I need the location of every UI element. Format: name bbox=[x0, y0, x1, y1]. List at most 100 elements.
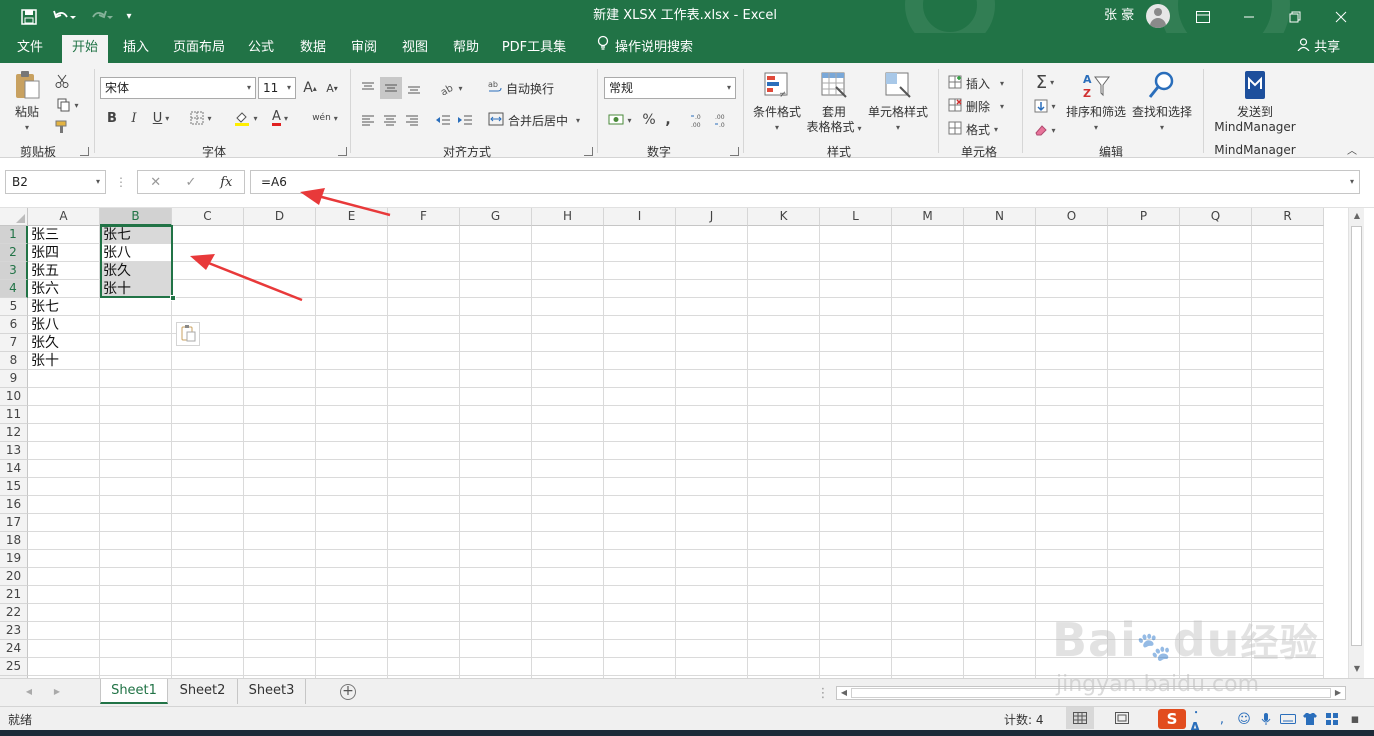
format-painter-icon[interactable] bbox=[52, 117, 72, 137]
insert-function-button[interactable]: fx bbox=[209, 175, 244, 190]
tab-review[interactable]: 审阅 bbox=[343, 35, 385, 63]
prev-sheet-icon[interactable]: ◀ bbox=[24, 687, 34, 696]
row-header-1[interactable]: 1 bbox=[0, 226, 28, 244]
column-header-c[interactable]: C bbox=[172, 208, 244, 226]
row-header-17[interactable]: 17 bbox=[0, 514, 28, 532]
tab-insert[interactable]: 插入 bbox=[115, 35, 157, 63]
borders-icon[interactable]: ▾ bbox=[186, 107, 216, 129]
cell-a7[interactable]: 张久 bbox=[28, 334, 100, 352]
column-header-f[interactable]: F bbox=[388, 208, 460, 226]
undo-icon[interactable] bbox=[48, 0, 80, 33]
percent-style-button[interactable]: % bbox=[640, 109, 658, 131]
cell-styles-button[interactable]: 单元格样式 ▾ bbox=[866, 69, 930, 135]
scroll-right-icon[interactable]: ▶ bbox=[1333, 688, 1343, 697]
decrease-decimal-icon[interactable]: .00.0 bbox=[712, 109, 734, 131]
bold-button[interactable]: B bbox=[102, 107, 122, 129]
cell-a5[interactable]: 张七 bbox=[28, 298, 100, 316]
number-dialog-launcher-icon[interactable] bbox=[730, 147, 739, 156]
row-header-23[interactable]: 23 bbox=[0, 622, 28, 640]
status-more-icon[interactable]: ▪ bbox=[1344, 709, 1366, 729]
italic-button[interactable]: I bbox=[124, 107, 144, 129]
decrease-font-size-button[interactable]: A ▾ bbox=[322, 77, 342, 99]
clear-icon[interactable]: ▾ bbox=[1028, 119, 1062, 141]
fill-icon[interactable]: ▾ bbox=[1028, 95, 1062, 117]
column-header-g[interactable]: G bbox=[460, 208, 532, 226]
increase-font-size-button[interactable]: A ▴ bbox=[300, 77, 320, 99]
new-sheet-button[interactable]: + bbox=[340, 684, 356, 700]
select-all-button[interactable] bbox=[0, 208, 28, 226]
user-avatar-icon[interactable] bbox=[1146, 4, 1170, 28]
toolbox-icon[interactable] bbox=[1322, 709, 1342, 729]
row-header-5[interactable]: 5 bbox=[0, 298, 28, 316]
restore-icon[interactable] bbox=[1272, 0, 1318, 33]
format-cells-button[interactable]: 格式 ▾ bbox=[948, 119, 998, 139]
row-header-10[interactable]: 10 bbox=[0, 388, 28, 406]
ribbon-display-options-icon[interactable] bbox=[1180, 0, 1226, 33]
align-center-icon[interactable] bbox=[380, 109, 400, 131]
cell-a1[interactable]: 张三 bbox=[28, 226, 100, 244]
fill-color-icon[interactable]: ▾ bbox=[230, 107, 262, 129]
row-header-18[interactable]: 18 bbox=[0, 532, 28, 550]
row-header-19[interactable]: 19 bbox=[0, 550, 28, 568]
sheet-tab-sheet2[interactable]: Sheet2 bbox=[168, 679, 238, 704]
row-header-12[interactable]: 12 bbox=[0, 424, 28, 442]
keyboard-icon[interactable] bbox=[1278, 709, 1298, 729]
cell-a6[interactable]: 张八 bbox=[28, 316, 100, 334]
row-header-16[interactable]: 16 bbox=[0, 496, 28, 514]
increase-indent-icon[interactable] bbox=[454, 109, 476, 131]
font-name-select[interactable]: 宋体 ▾ bbox=[100, 77, 256, 99]
tab-page-layout[interactable]: 页面布局 bbox=[166, 35, 232, 63]
next-sheet-icon[interactable]: ▶ bbox=[52, 687, 62, 696]
row-header-24[interactable]: 24 bbox=[0, 640, 28, 658]
row-header-15[interactable]: 15 bbox=[0, 478, 28, 496]
tab-formulas[interactable]: 公式 bbox=[240, 35, 282, 63]
microphone-icon[interactable] bbox=[1256, 709, 1276, 729]
underline-button[interactable]: U ▾ bbox=[146, 107, 176, 129]
sheet-tab-sheet1[interactable]: Sheet1 bbox=[100, 679, 168, 704]
phonetic-guide-button[interactable]: wén ▾ bbox=[308, 107, 342, 129]
scroll-left-icon[interactable]: ◀ bbox=[839, 688, 849, 697]
find-select-button[interactable]: 查找和选择 ▾ bbox=[1130, 69, 1194, 135]
decrease-indent-icon[interactable] bbox=[432, 109, 454, 131]
scroll-down-icon[interactable]: ▼ bbox=[1352, 664, 1362, 673]
skin-shirt-icon[interactable] bbox=[1300, 709, 1320, 729]
merge-center-button[interactable]: 合并后居中 ▾ bbox=[488, 109, 580, 131]
column-header-n[interactable]: N bbox=[964, 208, 1036, 226]
tab-home[interactable]: 开始 bbox=[62, 35, 108, 63]
send-to-mindmanager-button[interactable]: 发送到 MindManager bbox=[1209, 69, 1301, 135]
vertical-scroll-thumb[interactable] bbox=[1351, 226, 1362, 646]
row-header-8[interactable]: 8 bbox=[0, 352, 28, 370]
clipboard-dialog-launcher-icon[interactable] bbox=[80, 147, 89, 156]
row-header-21[interactable]: 21 bbox=[0, 586, 28, 604]
font-dialog-launcher-icon[interactable] bbox=[338, 147, 347, 156]
cell-a2[interactable]: 张四 bbox=[28, 244, 100, 262]
redo-icon[interactable] bbox=[86, 0, 116, 33]
column-header-e[interactable]: E bbox=[316, 208, 388, 226]
ime-mode-icon[interactable]: ㆍA bbox=[1190, 706, 1210, 736]
row-header-11[interactable]: 11 bbox=[0, 406, 28, 424]
format-as-table-button[interactable]: 套用 表格格式 ▾ bbox=[804, 69, 864, 136]
align-bottom-icon[interactable] bbox=[404, 77, 424, 99]
row-header-3[interactable]: 3 bbox=[0, 262, 28, 280]
number-format-select[interactable]: 常规 ▾ bbox=[604, 77, 736, 99]
minimize-icon[interactable] bbox=[1226, 0, 1272, 33]
align-middle-icon[interactable] bbox=[380, 77, 402, 99]
row-header-7[interactable]: 7 bbox=[0, 334, 28, 352]
ime-punct-icon[interactable]: , bbox=[1212, 709, 1232, 729]
font-size-select[interactable]: 11 ▾ bbox=[258, 77, 296, 99]
increase-decimal-icon[interactable]: .0.00 bbox=[688, 109, 710, 131]
row-header-22[interactable]: 22 bbox=[0, 604, 28, 622]
cell-a3[interactable]: 张五 bbox=[28, 262, 100, 280]
save-icon[interactable] bbox=[16, 0, 42, 33]
worksheet-grid[interactable]: ABCDEFGHIJKLMNOPQR 1 2 3 4 5 6 7 8 9 10 11 12 13 14 15… bbox=[0, 208, 1348, 678]
lightbulb-icon[interactable] bbox=[590, 35, 616, 63]
tab-data[interactable]: 数据 bbox=[292, 35, 334, 63]
emoji-icon[interactable]: ☺ bbox=[1234, 709, 1254, 729]
orientation-icon[interactable]: ab ▾ bbox=[436, 77, 466, 99]
paste-options-icon[interactable] bbox=[176, 322, 200, 346]
sheet-tab-sheet3[interactable]: Sheet3 bbox=[238, 679, 306, 704]
row-header-14[interactable]: 14 bbox=[0, 460, 28, 478]
font-color-button[interactable]: A ▾ bbox=[264, 107, 296, 129]
row-header-13[interactable]: 13 bbox=[0, 442, 28, 460]
column-header-k[interactable]: K bbox=[748, 208, 820, 226]
